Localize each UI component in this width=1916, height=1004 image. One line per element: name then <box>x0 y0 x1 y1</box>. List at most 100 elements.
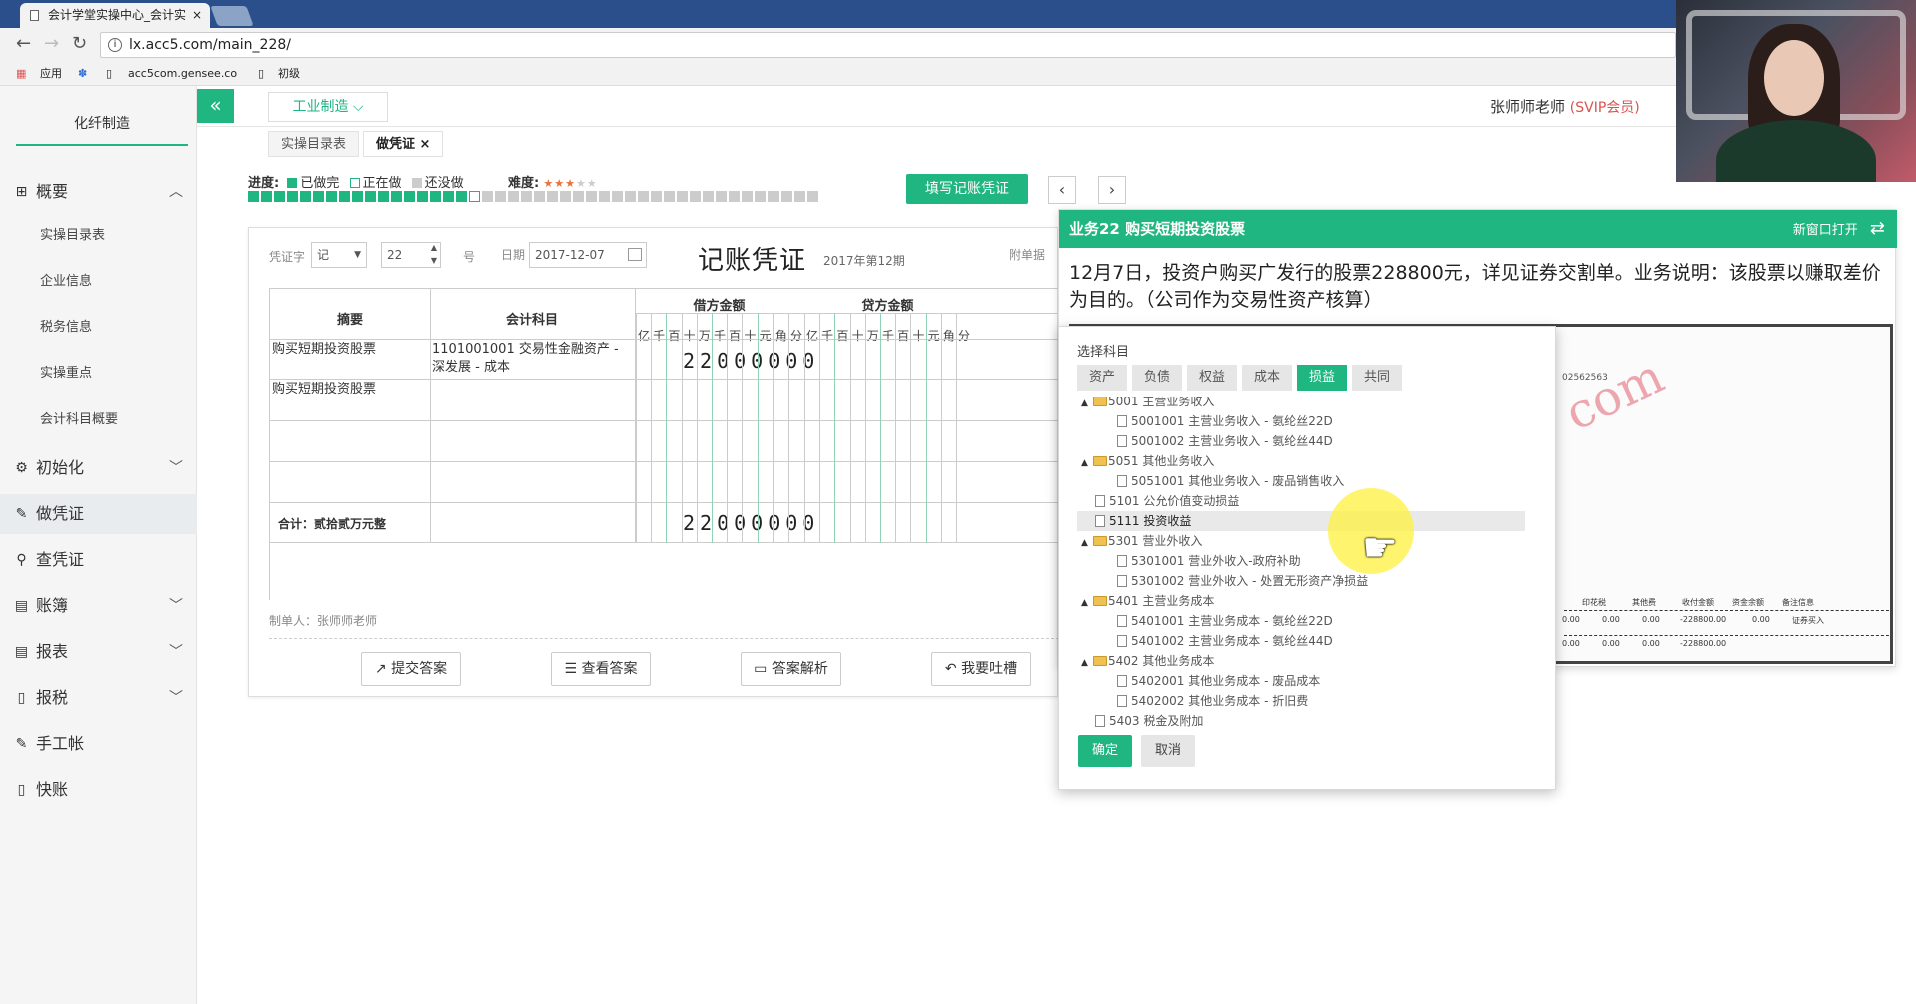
progress-cell[interactable] <box>612 191 623 202</box>
account-row[interactable]: 5001002 主营业务收入 - 氨纶丝44D <box>1077 431 1525 451</box>
account-row[interactable]: ▲ 5301 营业外收入 <box>1077 531 1525 551</box>
account-row[interactable]: 5402002 其他业务成本 - 折旧费 <box>1077 691 1525 711</box>
sidebar-item-init[interactable]: ⚙ 初始化 ﹀ <box>0 448 197 488</box>
picker-tab[interactable]: 成本 <box>1242 365 1292 391</box>
cancel-button[interactable]: 取消 <box>1141 735 1195 767</box>
row-1-summary[interactable]: 购买短期投资股票 <box>272 341 376 359</box>
feedback-button[interactable]: ↶ 我要吐槽 <box>931 652 1031 686</box>
close-tab-icon[interactable]: × <box>192 3 202 28</box>
progress-cell[interactable] <box>365 191 376 202</box>
progress-cell[interactable] <box>430 191 441 202</box>
progress-cell[interactable] <box>482 191 493 202</box>
url-field[interactable]: i lx.acc5.com/main_228/ <box>100 32 1676 58</box>
row-1-debit[interactable]: 22000000 <box>683 349 819 373</box>
progress-cell[interactable] <box>352 191 363 202</box>
collapse-sidebar-button[interactable]: « <box>197 89 234 123</box>
expand-icon[interactable]: ▲ <box>1081 453 1093 473</box>
progress-cell[interactable] <box>794 191 805 202</box>
row-2-summary[interactable]: 购买短期投资股票 <box>272 381 376 399</box>
voucher-number-stepper[interactable]: 22 ▲ ▼ <box>381 242 441 268</box>
progress-cell[interactable] <box>274 191 285 202</box>
account-row[interactable]: 5001001 主营业务收入 - 氨纶丝22D <box>1077 411 1525 431</box>
progress-cell[interactable] <box>443 191 454 202</box>
progress-cell[interactable] <box>638 191 649 202</box>
progress-cell[interactable] <box>339 191 350 202</box>
bookmark-gensee[interactable]: acc5com.gensee.co <box>128 66 237 82</box>
progress-cell[interactable] <box>677 191 688 202</box>
bookmark-chuji[interactable]: 初级 <box>278 66 300 82</box>
apps-icon[interactable]: ▦ <box>16 66 26 82</box>
account-row[interactable]: ▲ 5402 其他业务成本 <box>1077 651 1525 671</box>
reload-icon[interactable]: ↻ <box>72 34 87 54</box>
progress-cell[interactable] <box>378 191 389 202</box>
progress-cell[interactable] <box>521 191 532 202</box>
picker-tab[interactable]: 权益 <box>1187 365 1237 391</box>
view-answer-button[interactable]: ☰ 查看答案 <box>551 652 651 686</box>
date-field[interactable]: 2017-12-07 <box>529 242 647 268</box>
calendar-icon[interactable] <box>628 248 642 261</box>
progress-cell[interactable] <box>508 191 519 202</box>
sidebar-item-ledger[interactable]: ▤ 账簿 ﹀ <box>0 586 197 626</box>
progress-cell[interactable] <box>313 191 324 202</box>
tab-make-voucher[interactable]: 做凭证 × <box>363 131 444 157</box>
progress-cell[interactable] <box>404 191 415 202</box>
progress-cell[interactable] <box>807 191 818 202</box>
sidebar-subitem-company-info[interactable]: 企业信息 <box>40 272 92 292</box>
progress-cell[interactable] <box>287 191 298 202</box>
picker-tab[interactable]: 资产 <box>1077 365 1127 391</box>
account-row[interactable]: 5401002 主营业务成本 - 氨纶丝44D <box>1077 631 1525 651</box>
progress-cell[interactable] <box>547 191 558 202</box>
sidebar-item-quick[interactable]: ▯ 快账 <box>0 770 197 810</box>
progress-cell[interactable] <box>248 191 259 202</box>
submit-answer-button[interactable]: ↗ 提交答案 <box>361 652 461 686</box>
progress-cell[interactable] <box>755 191 766 202</box>
new-tab-button[interactable] <box>210 6 254 26</box>
progress-cell[interactable] <box>586 191 597 202</box>
sidebar-item-query-voucher[interactable]: ⚲ 查凭证 <box>0 540 197 580</box>
picker-tab[interactable]: 负债 <box>1132 365 1182 391</box>
progress-cell[interactable] <box>664 191 675 202</box>
progress-cell[interactable] <box>768 191 779 202</box>
progress-cell[interactable] <box>300 191 311 202</box>
progress-cell[interactable] <box>781 191 792 202</box>
picker-tab[interactable]: 损益 <box>1297 365 1347 391</box>
browser-tab[interactable]: 会计学堂实操中心_会计实 × <box>20 3 210 28</box>
account-row[interactable]: 5101 公允价值变动损益 <box>1077 491 1525 511</box>
row-1-account[interactable]: 1101001001 交易性金融资产 - 深发展 - 成本 <box>432 341 632 377</box>
sidebar-item-make-voucher[interactable]: ✎ 做凭证 <box>0 494 197 534</box>
bookmark-apps[interactable]: 应用 <box>40 66 62 82</box>
progress-cell[interactable] <box>469 191 480 202</box>
progress-cell[interactable] <box>716 191 727 202</box>
progress-cell[interactable] <box>599 191 610 202</box>
progress-cell[interactable] <box>495 191 506 202</box>
progress-cell[interactable] <box>534 191 545 202</box>
user-info[interactable]: 张师师老师 (SVIP会员) <box>1490 96 1640 117</box>
sidebar-subitem-tax-info[interactable]: 税务信息 <box>40 318 92 338</box>
progress-cell[interactable] <box>326 191 337 202</box>
account-row[interactable]: 5111 投资收益 <box>1077 511 1525 531</box>
account-row[interactable]: ▲ 5401 主营业务成本 <box>1077 591 1525 611</box>
progress-cell[interactable] <box>391 191 402 202</box>
account-tree[interactable]: ▲ 5001 主营业务收入 5001001 主营业务收入 - 氨纶丝22D 50010… <box>1077 397 1539 727</box>
progress-cell[interactable] <box>651 191 662 202</box>
stepper-icon[interactable]: ▲ ▼ <box>431 241 437 267</box>
progress-cell[interactable] <box>417 191 428 202</box>
confirm-button[interactable]: 确定 <box>1078 735 1132 767</box>
progress-cell[interactable] <box>742 191 753 202</box>
account-row[interactable]: 5403 税金及附加 <box>1077 711 1525 727</box>
close-tab-icon[interactable]: × <box>420 137 431 152</box>
progress-cell[interactable] <box>625 191 636 202</box>
info-icon[interactable]: i <box>108 38 122 52</box>
account-row[interactable]: 5301002 营业外收入 - 处置无形资产净损益 <box>1077 571 1525 591</box>
next-button[interactable]: › <box>1098 176 1126 204</box>
account-row[interactable]: ▲ 5051 其他业务收入 <box>1077 451 1525 471</box>
industry-dropdown[interactable]: 工业制造 ⌵ <box>268 92 388 122</box>
progress-cell[interactable] <box>703 191 714 202</box>
back-icon[interactable]: ← <box>16 34 31 54</box>
progress-cell[interactable] <box>690 191 701 202</box>
account-row[interactable]: ▲ 5001 主营业务收入 <box>1077 397 1525 411</box>
expand-icon[interactable]: ▲ <box>1081 533 1093 553</box>
voucher-type-select[interactable]: 记 ▼ <box>311 242 367 268</box>
expand-icon[interactable]: ▲ <box>1081 653 1093 673</box>
picker-tab[interactable]: 共同 <box>1352 365 1402 391</box>
